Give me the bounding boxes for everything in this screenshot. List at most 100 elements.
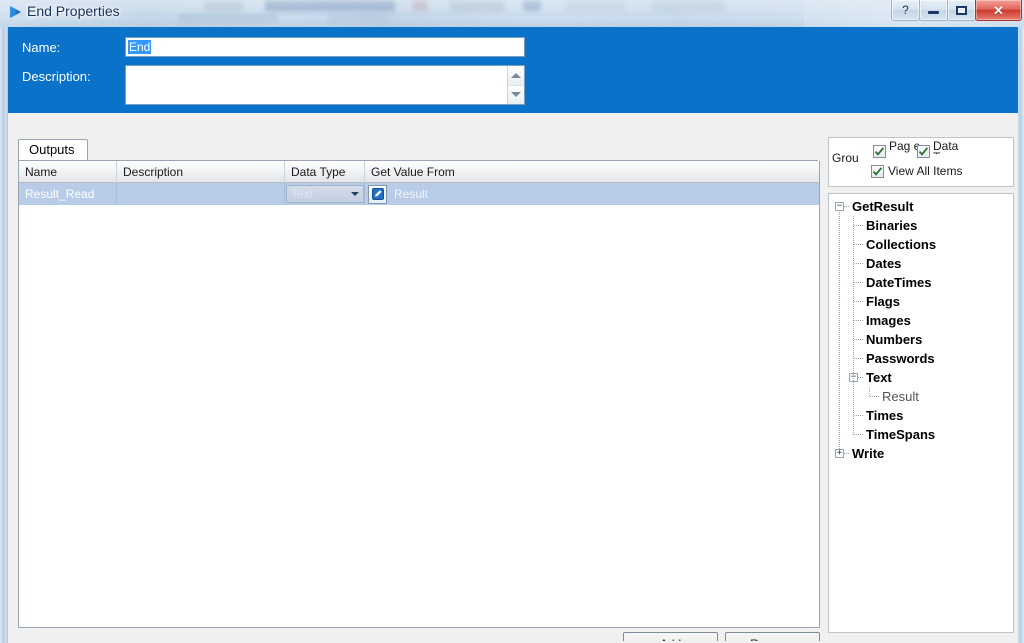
tree-item-label: Binaries: [866, 218, 918, 233]
get-value-from-value: Result: [394, 187, 429, 201]
tree-connector: [854, 282, 863, 283]
pencil-edit-icon: [371, 188, 384, 200]
tree-connector: [844, 206, 849, 207]
tree-item-dates[interactable]: Dates: [829, 254, 1013, 273]
filter-options-box: Grou Pag e Data Type: [828, 137, 1014, 187]
tree-item-write[interactable]: + Write: [829, 444, 1013, 463]
window-controls: ? ✕: [891, 0, 1022, 22]
checkbox-view-all-items[interactable]: [871, 164, 884, 178]
tree-item-label: Write: [852, 446, 885, 461]
name-label: Name:: [22, 40, 61, 55]
tree-item-getresult[interactable]: − GetResult: [829, 197, 1013, 216]
chevron-down-icon: [351, 192, 359, 196]
window-title: End Properties: [27, 3, 120, 19]
check-icon: [918, 147, 929, 156]
outputs-section: Outputs Name Description Data Type Get V…: [10, 113, 824, 643]
tree-item-datetimes[interactable]: DateTimes: [829, 273, 1013, 292]
checkbox-data-type[interactable]: [917, 145, 930, 158]
window-border-left: [0, 27, 7, 643]
tree-connector: [854, 225, 863, 226]
help-button[interactable]: ?: [891, 0, 920, 21]
name-input-value: End: [128, 40, 152, 54]
window-border-right: [1017, 27, 1024, 643]
tab-strip: Outputs: [18, 139, 818, 161]
variable-explorer-panel: Grou Pag e Data Type: [826, 113, 1018, 641]
filter-data-type[interactable]: Data Type: [917, 141, 967, 158]
filter-page[interactable]: Pag e: [873, 141, 923, 158]
play-arrow-icon: [10, 6, 21, 18]
tree-item-flags[interactable]: Flags: [829, 292, 1013, 311]
expand-icon[interactable]: +: [835, 449, 844, 458]
tree-connector: [854, 339, 863, 340]
filter-data-type-label: Data Type: [933, 141, 959, 154]
tree-connector: [854, 244, 863, 245]
tree-item-binaries[interactable]: Binaries: [829, 216, 1013, 235]
tree-item-text[interactable]: −Text: [829, 368, 1013, 387]
tree-item-label: Images: [866, 313, 911, 328]
description-label: Description:: [22, 69, 91, 84]
tree-item-label: Collections: [866, 237, 937, 252]
tree-item-label: Times: [866, 408, 904, 423]
tree-connector: [854, 263, 863, 264]
description-input-value: [126, 66, 507, 104]
tree-item-timespans[interactable]: TimeSpans: [829, 425, 1013, 444]
group-label: Grou: [832, 151, 859, 165]
tree-item-label: Result: [882, 389, 919, 404]
description-scroll-down-button[interactable]: [508, 84, 524, 104]
tree-item-times[interactable]: Times: [829, 406, 1013, 425]
column-header-name[interactable]: Name: [19, 161, 117, 183]
column-header-description[interactable]: Description: [117, 161, 285, 183]
data-type-dropdown[interactable]: Text: [286, 185, 364, 203]
tree-item-label: TimeSpans: [866, 427, 936, 442]
tree-connector: [854, 415, 863, 416]
application-window: End Properties ? ✕ Name: End Description…: [0, 0, 1024, 643]
description-input[interactable]: [125, 65, 525, 105]
column-header-get-value-from[interactable]: Get Value From: [365, 161, 819, 183]
tree-item-label: GetResult: [852, 199, 914, 214]
properties-header-panel: Name: End Description:: [8, 27, 1018, 113]
column-header-data-type[interactable]: Data Type: [285, 161, 365, 183]
tree-item-label: Passwords: [866, 351, 935, 366]
chevron-up-icon: [511, 72, 521, 78]
tree-connector: [854, 358, 863, 359]
edit-value-button[interactable]: [368, 184, 387, 204]
tree-connector: [870, 396, 879, 397]
tree-guide-line: [853, 216, 854, 436]
tree-item-result[interactable]: Result: [829, 387, 1013, 406]
tab-outputs[interactable]: Outputs: [18, 139, 88, 161]
close-button[interactable]: ✕: [975, 0, 1022, 21]
name-input[interactable]: End: [125, 37, 525, 57]
tree-item-label: DateTimes: [866, 275, 932, 290]
outputs-grid: Name Description Data Type Get Value Fro…: [18, 161, 820, 628]
tree-item-images[interactable]: Images: [829, 311, 1013, 330]
grid-header-row: Name Description Data Type Get Value Fro…: [19, 161, 819, 183]
description-scrollbar[interactable]: [507, 66, 524, 104]
check-icon: [872, 166, 883, 176]
restore-button[interactable]: [947, 0, 976, 21]
data-type-value: Text: [291, 187, 314, 201]
tree-item-label: Text: [866, 370, 892, 385]
checkbox-page[interactable]: [873, 145, 886, 158]
filter-view-all-items[interactable]: View All Items: [871, 164, 962, 178]
grid-body: Result_Read Text Result: [19, 183, 819, 205]
close-icon: ✕: [993, 2, 1004, 18]
tree-item-collections[interactable]: Collections: [829, 235, 1013, 254]
restore-icon: [956, 5, 967, 15]
title-bar[interactable]: End Properties ? ✕: [0, 0, 1024, 27]
tree-connector: [844, 453, 849, 454]
table-row[interactable]: Result_Read Text Result: [19, 183, 819, 205]
tree-connector: [858, 377, 863, 378]
tree-guide-line: [869, 387, 870, 397]
tree-item-label: Flags: [866, 294, 900, 309]
tree-item-label: Numbers: [866, 332, 923, 347]
minimize-button[interactable]: [919, 0, 948, 21]
tab-outputs-label: Outputs: [29, 142, 75, 157]
description-scroll-up-button[interactable]: [508, 66, 524, 85]
tree-connector: [854, 434, 863, 435]
variables-tree[interactable]: − GetResult Binaries Collections Dates DateTi…: [828, 193, 1014, 633]
tree-item-numbers[interactable]: Numbers: [829, 330, 1013, 349]
tree-item-passwords[interactable]: Passwords: [829, 349, 1013, 368]
minimize-icon: [928, 11, 939, 14]
collapse-icon[interactable]: −: [835, 202, 844, 211]
tree-connector: [854, 320, 863, 321]
